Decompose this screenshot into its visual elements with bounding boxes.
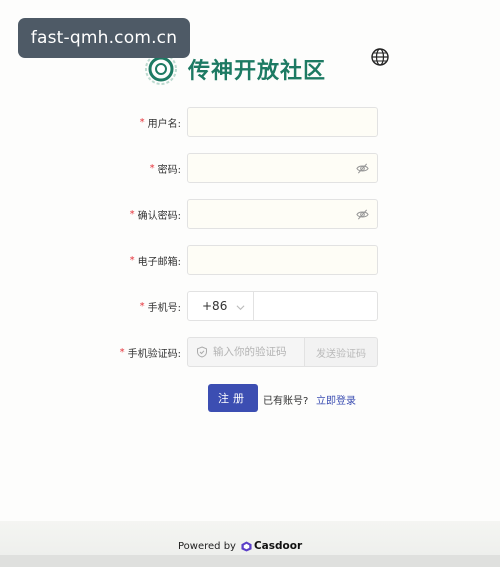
username-row: * 用户名: bbox=[0, 107, 500, 137]
sms-code-input[interactable] bbox=[213, 338, 303, 366]
register-button[interactable]: 注册 bbox=[208, 384, 258, 412]
required-mark: * bbox=[129, 254, 135, 266]
powered-by: Powered by Casdoor bbox=[178, 540, 302, 552]
confirm-password-field-box bbox=[187, 199, 378, 229]
username-label-text: 用户名: bbox=[147, 118, 181, 130]
login-link[interactable]: 立即登录 bbox=[316, 392, 356, 407]
confirm-password-label-text: 确认密码: bbox=[137, 210, 181, 222]
phone-input[interactable] bbox=[254, 292, 377, 320]
country-code-select[interactable]: +86 bbox=[187, 291, 254, 321]
globe-icon[interactable] bbox=[370, 47, 390, 67]
sms-code-label: * 手机验证码: bbox=[120, 337, 181, 367]
email-label-text: 电子邮箱: bbox=[137, 256, 181, 268]
shield-icon bbox=[197, 346, 207, 358]
required-mark: * bbox=[149, 162, 155, 174]
phone-field-box bbox=[253, 291, 378, 321]
phone-row: * 手机号: +86 bbox=[0, 291, 500, 321]
email-field-box bbox=[187, 245, 378, 275]
country-code-value: +86 bbox=[202, 299, 228, 313]
brand-name: 传神开放社区 bbox=[188, 59, 327, 84]
email-row: * 电子邮箱: bbox=[0, 245, 500, 275]
sms-code-label-text: 手机验证码: bbox=[127, 348, 181, 360]
chevron-down-icon bbox=[236, 305, 245, 311]
password-label-text: 密码: bbox=[157, 164, 181, 176]
username-field-box bbox=[187, 107, 378, 137]
required-mark: * bbox=[139, 116, 145, 128]
password-input[interactable] bbox=[188, 154, 348, 182]
powered-by-text: Powered by bbox=[178, 540, 236, 552]
phone-label: * 手机号: bbox=[140, 291, 181, 321]
sms-code-field-box bbox=[187, 337, 305, 367]
eye-off-icon[interactable] bbox=[356, 208, 369, 221]
password-field-box bbox=[187, 153, 378, 183]
sms-code-row: * 手机验证码: 发送验证码 bbox=[0, 337, 500, 367]
footer-bar bbox=[0, 555, 500, 567]
watermark-badge: fast-qmh.com.cn bbox=[18, 18, 190, 58]
password-label: * 密码: bbox=[150, 153, 181, 183]
casdoor-link[interactable]: Casdoor bbox=[254, 540, 302, 552]
email-label: * 电子邮箱: bbox=[130, 245, 181, 275]
password-row: * 密码: bbox=[0, 153, 500, 183]
casdoor-logo-icon bbox=[241, 540, 252, 552]
username-input[interactable] bbox=[188, 108, 377, 136]
send-code-button[interactable]: 发送验证码 bbox=[305, 337, 378, 367]
phone-label-text: 手机号: bbox=[147, 302, 181, 314]
username-label: * 用户名: bbox=[140, 107, 181, 137]
have-account-text: 已有账号? bbox=[263, 396, 309, 407]
confirm-password-input[interactable] bbox=[188, 200, 348, 228]
required-mark: * bbox=[129, 208, 135, 220]
email-input[interactable] bbox=[188, 246, 377, 274]
confirm-password-label: * 确认密码: bbox=[130, 199, 181, 229]
required-mark: * bbox=[139, 300, 145, 312]
confirm-password-row: * 确认密码: bbox=[0, 199, 500, 229]
required-mark: * bbox=[119, 346, 125, 358]
eye-off-icon[interactable] bbox=[356, 162, 369, 175]
